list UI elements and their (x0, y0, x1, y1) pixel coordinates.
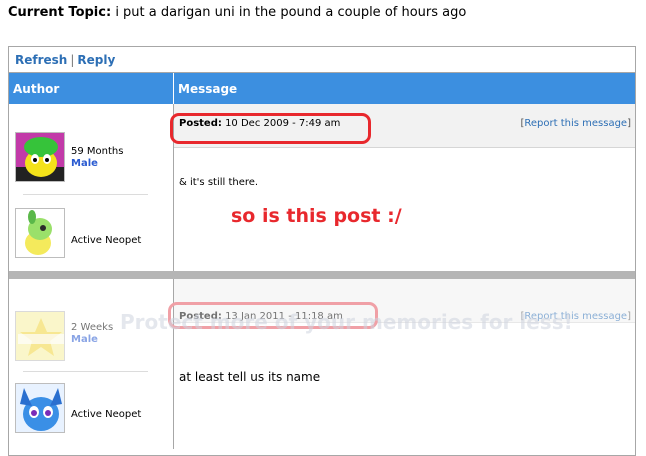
report-close-bracket: ] (627, 311, 631, 322)
message-board: Refresh|Reply Author Message 59 Months (8, 46, 636, 456)
posted-date-highlight-1 (170, 113, 371, 144)
green-neopet-avatar-icon (16, 209, 64, 257)
toolbar-separator: | (70, 53, 75, 67)
post-1-gender: Male (71, 158, 98, 169)
posted-date-highlight-2 (168, 302, 378, 329)
blue-neopet-avatar-icon (16, 384, 64, 432)
neopets-logo-avatar-icon (16, 312, 64, 360)
header-divider (173, 73, 174, 104)
post-1-body: & it's still there. (179, 177, 259, 188)
refresh-link[interactable]: Refresh (15, 53, 67, 67)
post-2-body: at least tell us its name (179, 370, 321, 384)
post-1-report: [Report this message] (520, 118, 631, 129)
post-1-account-age: 59 Months (71, 146, 124, 157)
post-2-gender: Male (71, 334, 98, 345)
post-2-sig-divider (23, 371, 148, 372)
reply-link[interactable]: Reply (77, 53, 115, 67)
report-close-bracket: ] (627, 118, 631, 129)
current-topic: Current Topic: i put a darigan uni in th… (8, 5, 466, 21)
post-2-author: 2 Weeks Male Active Neopet (9, 279, 174, 449)
post-1-sig-divider (23, 194, 148, 195)
post-2-neopet-status: Active Neopet (71, 409, 142, 420)
post-1-author: 59 Months Male Active Neopet (9, 104, 174, 271)
post-2-avatar[interactable] (15, 311, 65, 361)
annotation-text: so is this post :/ (231, 205, 402, 227)
current-topic-label: Current Topic: (8, 5, 112, 20)
board-toolbar: Refresh | Reply (9, 47, 635, 73)
post-1-sig-avatar[interactable] (15, 208, 65, 258)
current-topic-title: i put a darigan uni in the pound a coupl… (115, 5, 467, 20)
yellow-green-neopet-avatar-icon (16, 133, 64, 181)
post-2-account-age: 2 Weeks (71, 322, 114, 333)
post-2-sig-avatar[interactable] (15, 383, 65, 433)
post-1-report-link[interactable]: Report this message (524, 118, 627, 129)
table-header: Author Message (9, 73, 635, 104)
post-1-neopet-status: Active Neopet (71, 235, 142, 246)
post-2-report-link[interactable]: Report this message (524, 311, 627, 322)
author-column-header: Author (13, 82, 60, 96)
post-2-report: [Report this message] (520, 311, 631, 322)
message-column-header: Message (178, 82, 238, 96)
post-separator (9, 271, 635, 279)
post-1-avatar[interactable] (15, 132, 65, 182)
